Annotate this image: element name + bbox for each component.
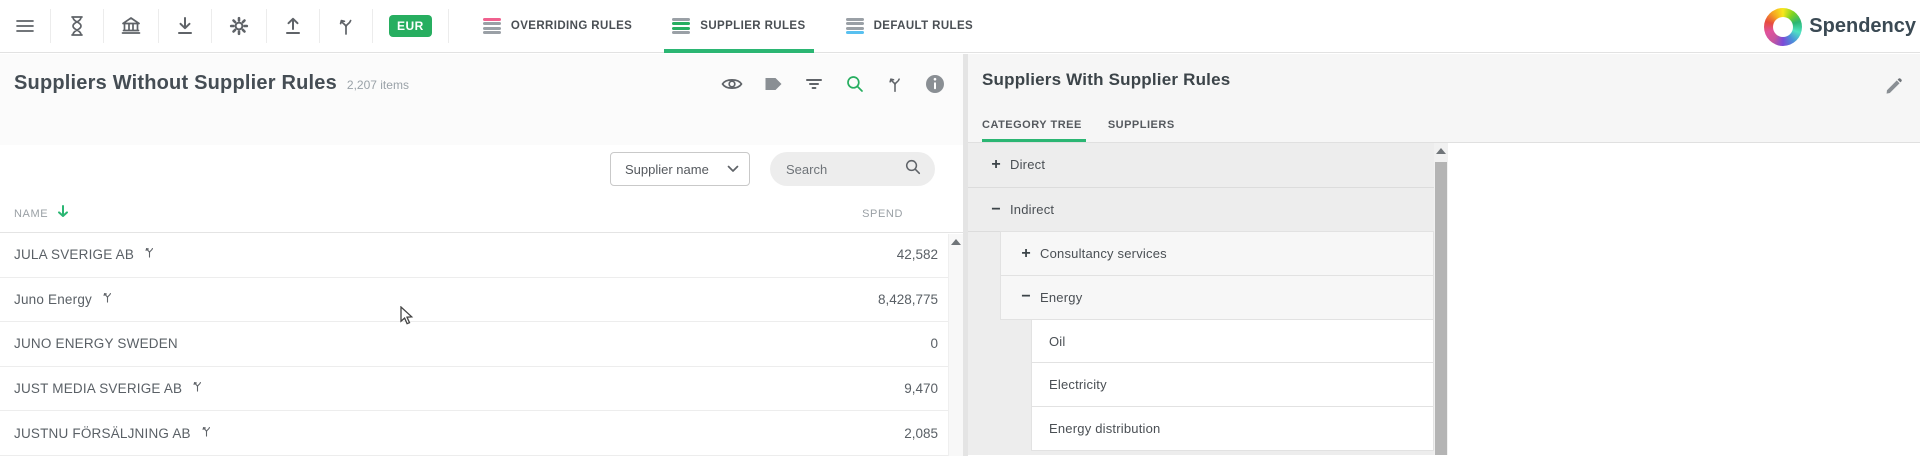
table-row[interactable]: JUST MEDIA SVERIGE AB 9,470 [0,367,963,412]
tab-supplier-rules[interactable]: SUPPLIER RULES [652,0,825,53]
search-field-dropdown[interactable]: Supplier name [610,152,750,186]
categorize-button[interactable] [320,9,373,43]
category-tree-icon[interactable] [886,74,904,94]
tab-label: SUPPLIER RULES [700,20,805,32]
category-tree: + Direct − Indirect + Consultancy servic… [968,143,1448,455]
hourglass-icon [67,15,87,37]
category-tree-icon[interactable] [101,290,114,309]
tree-node-consultancy-services[interactable]: + Consultancy services [1000,231,1434,276]
tree-node-direct[interactable]: + Direct [968,143,1434,188]
items-count: 2,207 items [347,78,409,92]
right-panel-tab-bar: CATEGORY TREE SUPPLIERS [982,115,1175,142]
collapse-icon[interactable]: − [1018,289,1034,305]
supplier-table-body: JULA SVERIGE AB 42,582 Juno Energy 8,428… [0,233,963,456]
scrollbar-thumb[interactable] [1435,162,1447,455]
supplier-name: JULA SVERIGE AB [14,247,134,262]
app-window: EUR OVERRIDING RULES SUPPLIER RULES DEFA… [0,0,1920,456]
table-row[interactable]: JULA SVERIGE AB 42,582 [0,233,963,278]
tree-node-energy-distribution[interactable]: Energy distribution [1031,406,1434,451]
tab-default-rules[interactable]: DEFAULT RULES [826,0,994,53]
bank-icon [120,15,142,37]
expand-icon[interactable]: + [988,157,1004,173]
search-input[interactable] [786,162,896,177]
dropdown-selected-value: Supplier name [625,162,709,177]
supplier-name: JUNO ENERGY SWEDEN [14,336,178,351]
right-panel-header: Suppliers With Supplier Rules CATEGORY T… [968,54,1920,143]
supplier-name: JUST MEDIA SVERIGE AB [14,381,182,396]
suppliers-with-rules-panel: Suppliers With Supplier Rules CATEGORY T… [968,54,1920,456]
tree-node-oil[interactable]: Oil [1031,319,1434,364]
right-panel-title: Suppliers With Supplier Rules [982,70,1920,90]
top-toolbar: EUR OVERRIDING RULES SUPPLIER RULES DEFA… [0,0,1920,53]
supplier-name: JUSTNU FÖRSÄLJNING AB [14,426,191,441]
upload-button[interactable] [267,9,320,43]
right-panel-empty-area [1448,143,1920,455]
tree-node-energy[interactable]: − Energy [1000,275,1434,320]
hourglass-button[interactable] [51,9,104,43]
accounts-button[interactable] [104,9,159,43]
settings-button[interactable] [212,9,267,43]
collapse-icon[interactable]: − [988,202,1004,218]
currency-selector[interactable]: EUR [373,9,449,43]
left-panel-header: Suppliers Without Supplier Rules 2,207 i… [0,54,963,145]
tree-scrollbar[interactable] [1434,143,1448,455]
table-filter-row: Supplier name [0,152,963,186]
tab-label: OVERRIDING RULES [511,20,632,32]
scroll-up-arrow[interactable] [1436,148,1446,154]
left-panel-toolbar [721,74,945,94]
category-tree-icon[interactable] [200,424,213,443]
right-panel-body: + Direct − Indirect + Consultancy servic… [968,143,1920,455]
table-scrollbar[interactable] [948,234,963,456]
menu-button[interactable] [0,9,51,43]
rules-tab-bar: OVERRIDING RULES SUPPLIER RULES DEFAULT … [463,0,993,53]
download-button[interactable] [159,9,212,43]
hamburger-icon [14,16,36,36]
info-icon[interactable] [925,74,945,94]
default-rules-icon [846,18,864,35]
column-header-spend[interactable]: SPEND [862,208,903,220]
table-row[interactable]: JUSTNU FÖRSÄLJNING AB 2,085 [0,411,963,456]
supplier-name: Juno Energy [14,292,92,307]
search-box [770,152,935,186]
table-row[interactable]: Juno Energy 8,428,775 [0,278,963,323]
category-tree-icon[interactable] [143,245,156,264]
column-header-name[interactable]: NAME [14,204,70,224]
currency-badge: EUR [389,15,432,37]
tab-overriding-rules[interactable]: OVERRIDING RULES [463,0,652,53]
brand-logo: Spendency [1764,0,1918,53]
expand-icon[interactable]: + [1018,246,1034,262]
tab-label: DEFAULT RULES [874,20,974,32]
edit-pencil-icon[interactable] [1884,76,1904,101]
brand-name: Spendency [1809,15,1916,38]
left-panel-title: Suppliers Without Supplier Rules [14,72,337,95]
suppliers-without-rules-panel: Suppliers Without Supplier Rules 2,207 i… [0,54,963,456]
tree-node-indirect[interactable]: − Indirect [968,188,1434,233]
category-tree-icon [336,15,356,37]
magnifier-icon[interactable] [904,158,922,181]
supplier-spend: 2,085 [904,426,938,441]
category-tree-icon[interactable] [191,379,204,398]
supplier-spend: 9,470 [904,381,938,396]
chevron-down-icon [727,160,739,178]
tab-category-tree[interactable]: CATEGORY TREE [982,115,1082,142]
spendency-logo-icon [1764,8,1802,46]
search-icon[interactable] [845,74,865,94]
supplier-spend: 8,428,775 [878,292,938,307]
sort-descending-icon [56,204,70,224]
tree-node-electricity[interactable]: Electricity [1031,362,1434,407]
overriding-rules-icon [483,18,501,35]
supplier-spend: 42,582 [897,247,938,262]
upload-icon [283,15,303,37]
supplier-spend: 0 [930,336,938,351]
tag-icon[interactable] [764,76,783,92]
eye-icon[interactable] [721,76,743,92]
supplier-rules-icon [672,18,690,35]
table-row[interactable]: JUNO ENERGY SWEDEN 0 [0,322,963,367]
table-header: NAME SPEND [0,195,963,233]
filter-icon[interactable] [804,76,824,92]
tab-suppliers[interactable]: SUPPLIERS [1108,115,1175,142]
scroll-up-arrow[interactable] [951,239,961,245]
download-icon [175,15,195,37]
gear-icon [228,15,250,37]
